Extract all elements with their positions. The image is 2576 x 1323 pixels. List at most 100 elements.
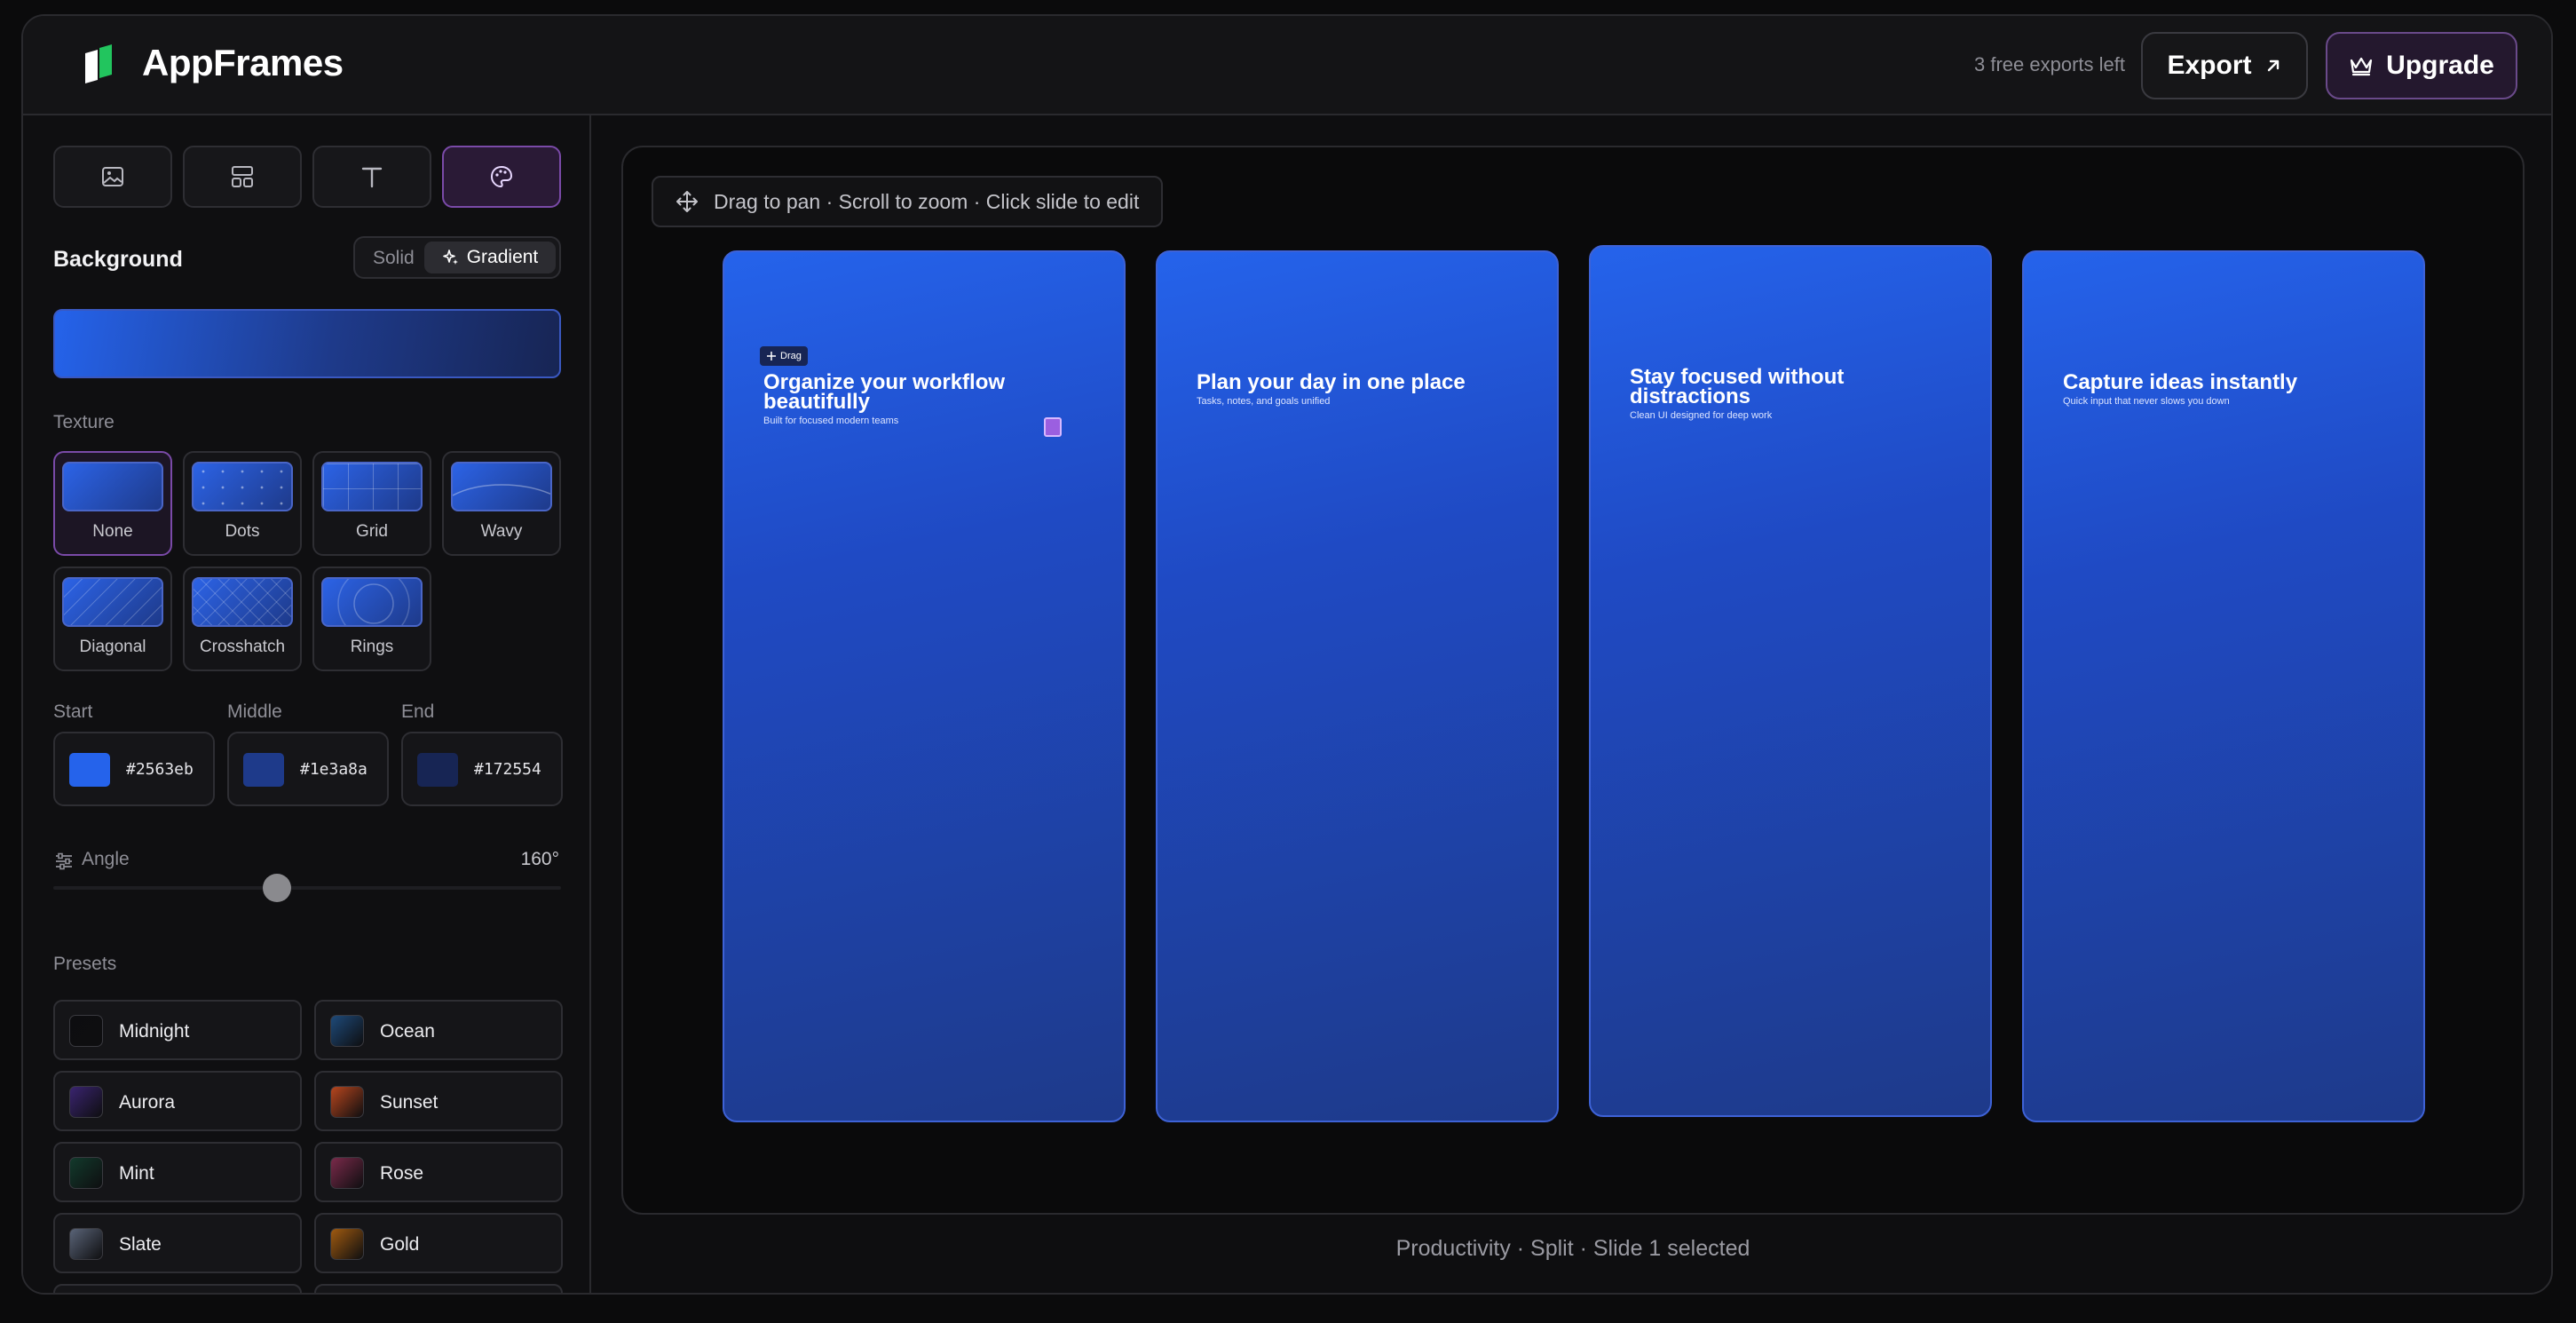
preset-ocean[interactable]: Ocean <box>314 1000 563 1060</box>
texture-name: Grid <box>356 522 388 541</box>
texture-name: None <box>92 522 133 541</box>
canvas-hint: Drag to pan · Scroll to zoom · Click sli… <box>652 176 1163 227</box>
slide-subtitle[interactable]: Tasks, notes, and goals unified <box>1197 396 1330 407</box>
tab-background[interactable] <box>442 146 561 208</box>
slide-4[interactable]: Capture ideas instantly Quick input that… <box>2022 250 2425 1122</box>
resize-handle[interactable] <box>1044 417 1062 437</box>
preset-swatch <box>69 1157 103 1189</box>
tab-image[interactable] <box>53 146 172 208</box>
preset-swatch <box>330 1228 364 1260</box>
preset-name: Rose <box>380 1163 424 1184</box>
slide-subtitle[interactable]: Clean UI designed for deep work <box>1630 410 1772 421</box>
mode-gradient-label: Gradient <box>466 247 539 267</box>
start-color-hex: #2563eb <box>126 760 194 779</box>
slide-title[interactable]: Capture ideas instantly <box>2063 372 2400 393</box>
preset-name: Gold <box>380 1234 420 1255</box>
arrow-up-right-icon <box>2267 59 2279 72</box>
background-mode-toggle: Solid Gradient <box>353 236 561 279</box>
slide-1[interactable]: Drag Organize your workflow beautifully … <box>723 250 1126 1122</box>
tab-text[interactable] <box>312 146 431 208</box>
preset-swatch <box>69 1015 103 1047</box>
preset-rose[interactable]: Rose <box>314 1142 563 1202</box>
preset-midnight[interactable]: Midnight <box>53 1000 302 1060</box>
appframes-logo-icon <box>85 44 112 83</box>
texture-rings[interactable]: Rings <box>312 566 431 671</box>
export-label: Export <box>2167 51 2252 80</box>
tab-layout[interactable] <box>183 146 302 208</box>
slide-2[interactable]: Plan your day in one place Tasks, notes,… <box>1156 250 1559 1122</box>
texture-name: Diagonal <box>79 638 146 656</box>
texture-none[interactable]: None <box>53 451 172 556</box>
start-color-swatch <box>69 753 110 787</box>
start-label: Start <box>53 701 93 722</box>
layout-icon <box>232 166 253 187</box>
preset-lavender[interactable]: Lavender <box>314 1284 563 1293</box>
texture-dots[interactable]: Dots <box>183 451 302 556</box>
upgrade-label: Upgrade <box>2386 51 2494 80</box>
slide-title[interactable]: Organize your workflow beautifully <box>763 372 1101 413</box>
background-title: Background <box>53 247 183 272</box>
end-color-hex: #172554 <box>474 760 541 779</box>
slide-3[interactable]: Stay focused without distractions Clean … <box>1589 245 1992 1117</box>
texture-wavy[interactable]: Wavy <box>442 451 561 556</box>
upgrade-button[interactable]: Upgrade <box>2326 32 2517 99</box>
gradient-preview <box>53 309 561 378</box>
export-button[interactable]: Export <box>2141 32 2308 99</box>
texture-dots-swatch <box>192 462 293 511</box>
texture-name: Wavy <box>480 522 523 541</box>
texture-none-swatch <box>62 462 163 511</box>
texture-grid-swatch <box>321 462 423 511</box>
texture-crosshatch[interactable]: Crosshatch <box>183 566 302 671</box>
mode-gradient-option[interactable]: Gradient <box>424 242 556 273</box>
middle-label: Middle <box>227 701 282 722</box>
presets-label: Presets <box>53 954 117 974</box>
preset-name: Midnight <box>119 1021 190 1042</box>
drag-badge-label: Drag <box>780 351 802 361</box>
slide-subtitle[interactable]: Quick input that never slows you down <box>2063 396 2230 407</box>
texture-label: Texture <box>53 412 115 432</box>
preset-aurora[interactable]: Aurora <box>53 1071 302 1131</box>
image-upload-icon <box>102 167 123 186</box>
sparkle-icon <box>442 250 458 265</box>
exports-left-text: 3 free exports left <box>1974 53 2125 75</box>
move-icon <box>767 352 776 360</box>
preset-name: Aurora <box>119 1092 176 1113</box>
drag-badge[interactable]: Drag <box>760 346 808 366</box>
palette-icon <box>490 165 513 188</box>
slide-title[interactable]: Stay focused without distractions <box>1630 367 1967 408</box>
preset-swatch <box>330 1157 364 1189</box>
preset-sunset[interactable]: Sunset <box>314 1071 563 1131</box>
texture-grid[interactable]: Grid <box>312 451 431 556</box>
preset-name: Ocean <box>380 1021 435 1042</box>
angle-slider-thumb[interactable] <box>262 874 291 902</box>
app-name: AppFrames <box>142 42 344 83</box>
end-label: End <box>401 701 435 722</box>
middle-color-picker[interactable]: #1e3a8a <box>227 732 389 806</box>
texture-rings-swatch <box>321 577 423 627</box>
app-window: AppFrames 3 free exports left Export Upg… <box>21 14 2553 1295</box>
end-color-picker[interactable]: #172554 <box>401 732 563 806</box>
preset-swatch <box>330 1086 364 1118</box>
slide-subtitle[interactable]: Built for focused modern teams <box>763 416 898 426</box>
preset-swatch <box>330 1015 364 1047</box>
preset-mint[interactable]: Mint <box>53 1142 302 1202</box>
preset-swatch <box>69 1228 103 1260</box>
crown-icon <box>2351 57 2373 76</box>
preset-gold[interactable]: Gold <box>314 1213 563 1273</box>
preset-slate[interactable]: Slate <box>53 1213 302 1273</box>
texture-diagonal[interactable]: Diagonal <box>53 566 172 671</box>
preset-name: Sunset <box>380 1092 439 1113</box>
text-icon <box>361 167 383 188</box>
preset-name: Mint <box>119 1163 154 1184</box>
middle-color-hex: #1e3a8a <box>300 760 367 779</box>
move-icon <box>676 191 698 212</box>
mode-solid-option[interactable]: Solid <box>373 248 415 269</box>
preset-coral[interactable]: Coral <box>53 1284 302 1293</box>
slide-title[interactable]: Plan your day in one place <box>1197 372 1534 393</box>
start-color-picker[interactable]: #2563eb <box>53 732 215 806</box>
canvas-area[interactable]: Drag to pan · Scroll to zoom · Click sli… <box>621 146 2525 1215</box>
texture-crosshatch-swatch <box>192 577 293 627</box>
angle-slider-track[interactable] <box>53 886 561 890</box>
texture-name: Dots <box>225 522 260 541</box>
middle-color-swatch <box>243 753 284 787</box>
